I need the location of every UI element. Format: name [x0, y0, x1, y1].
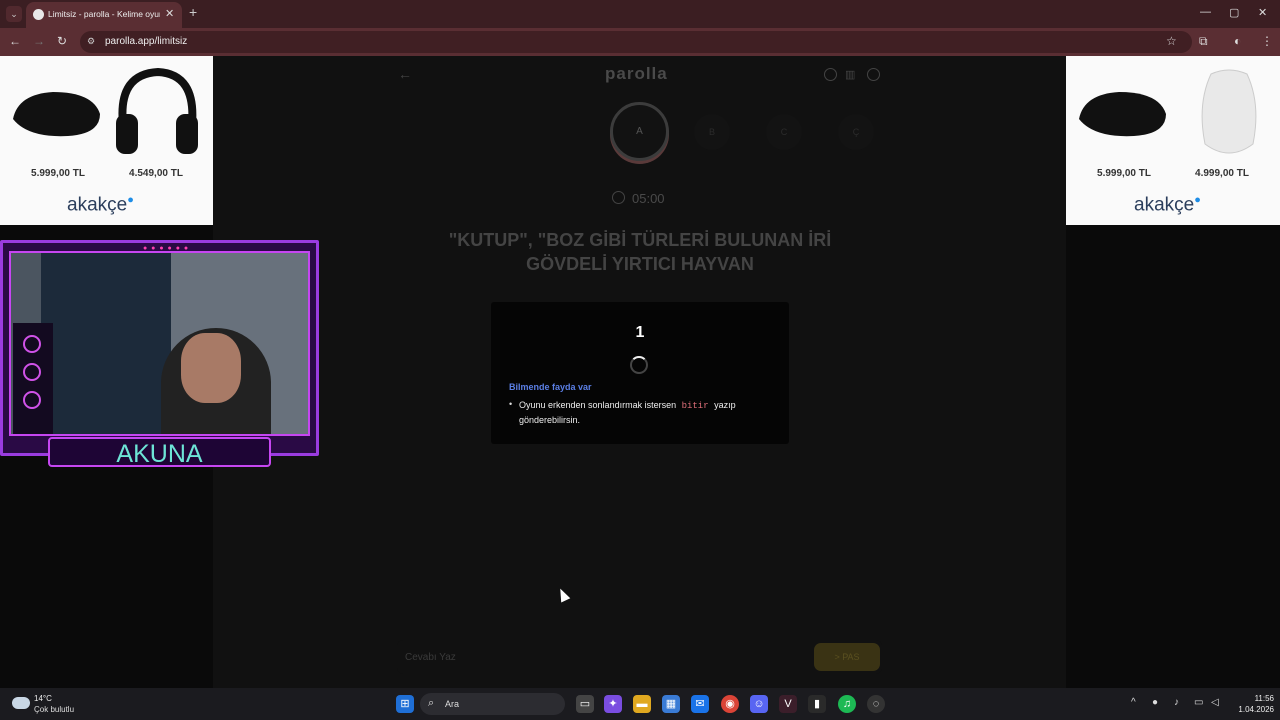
weather-temperature[interactable]: 14°C	[34, 694, 52, 703]
letter-circle: B	[694, 114, 730, 150]
white-mouse-image	[1201, 69, 1257, 154]
taskbar-search[interactable]: ⌕ Ara	[420, 693, 565, 715]
task-view-icon[interactable]: ▭	[576, 695, 594, 713]
game-back-arrow-icon[interactable]: ←	[398, 66, 412, 82]
letter-circle: Ç	[838, 114, 874, 150]
new-tab-button[interactable]: +	[189, 4, 197, 20]
ad-price-1: 5.999,00 TL	[31, 168, 85, 179]
search-label: Ara	[445, 699, 460, 709]
webcam-video	[9, 251, 310, 436]
bullet-icon: •	[509, 399, 513, 409]
tray-chevron-icon[interactable]: ^	[1131, 697, 1136, 708]
favicon-icon	[33, 9, 44, 20]
pc-case-image	[13, 323, 53, 434]
answer-input[interactable]	[405, 648, 765, 666]
headphones-image	[116, 67, 198, 154]
tip-code: bitir	[681, 401, 709, 411]
letter-circle: C	[766, 114, 802, 150]
search-icon: ⌕	[428, 697, 435, 709]
weather-description[interactable]: Çok bulutlu	[34, 705, 74, 714]
akakce-logo: akakçe●	[1134, 194, 1201, 216]
chrome-icon[interactable]: ◉	[721, 695, 739, 713]
menu-kebab-icon[interactable]: ⋮	[1261, 34, 1273, 48]
store-icon[interactable]: ▦	[662, 695, 680, 713]
tab-close-icon[interactable]: ✕	[165, 7, 174, 20]
network-icon[interactable]: ▭	[1194, 697, 1203, 708]
restore-button[interactable]: ▢	[1229, 6, 1239, 19]
gaming-mouse-image	[1079, 92, 1166, 137]
windows-taskbar: 14°C Çok bulutlu ⊞ ⌕ Ara ▭ ✦ ▬ ▦ ✉ ◉ ☺ V…	[0, 688, 1280, 720]
forward-arrow-icon[interactable]: →	[33, 34, 45, 48]
akakce-brand-text: akakçe	[67, 194, 128, 216]
loading-spinner-icon	[630, 356, 648, 374]
site-info-icon[interactable]: ⚙	[87, 36, 99, 48]
countdown-modal: 1 Bilmende fayda var • Oyunu erkenden so…	[491, 302, 789, 444]
app-icon[interactable]: V	[779, 695, 797, 713]
tab-title: Limitsiz - parolla - Kelime oyunu	[48, 9, 160, 19]
browser-toolbar: ← → ↻ ⚙ parolla.app/limitsiz ☆ ⧉ ◐ ⋮	[0, 28, 1280, 56]
app-icon-3[interactable]: ◌	[867, 695, 885, 713]
answer-bar: > PAS	[397, 640, 882, 674]
reload-icon[interactable]: ↻	[57, 34, 67, 48]
browser-titlebar: ⌄ Limitsiz - parolla - Kelime oyunu ✕ + …	[0, 0, 1280, 28]
minimize-button[interactable]: —	[1200, 6, 1211, 18]
file-explorer-icon[interactable]: ▬	[633, 695, 651, 713]
cloud-icon[interactable]	[12, 697, 30, 709]
tray-app-icon[interactable]: ●	[1152, 697, 1158, 708]
tip-text-before: Oyunu erkenden sonlandırmak istersen	[519, 400, 677, 410]
url-text[interactable]: parolla.app/limitsiz	[105, 36, 187, 47]
question-text: "KUTUP", "BOZ GİBİ TÜRLERİ BULUNAN İRİ G…	[448, 230, 832, 274]
extensions-icon[interactable]: ⧉	[1199, 34, 1208, 49]
game-timer: 05:00	[632, 191, 665, 206]
clock-date[interactable]: 1.04.2026	[1226, 705, 1274, 714]
bookmark-star-icon[interactable]: ☆	[1166, 34, 1177, 48]
room-cabinet	[41, 253, 171, 434]
start-windows-icon[interactable]: ⊞	[396, 695, 414, 713]
tip-title: Bilmende fayda var	[509, 382, 592, 392]
ad-price-2: 4.999,00 TL	[1195, 168, 1249, 179]
tip-text: Oyunu erkenden sonlandırmak istersen bit…	[519, 399, 769, 427]
ad-price-2: 4.549,00 TL	[129, 168, 183, 179]
parolla-logo[interactable]: parolla	[605, 64, 668, 84]
tab-search-chevron-icon[interactable]: ⌄	[6, 6, 22, 22]
streamer-name: AKUNA	[116, 440, 203, 468]
app-icon-2[interactable]: ▮	[808, 695, 826, 713]
webcam-overlay: ● ● ● ● ● ● AKUNA	[0, 240, 319, 480]
info-icon[interactable]	[824, 68, 837, 81]
gaming-mouse-image	[13, 92, 100, 137]
address-bar[interactable]: ⚙ parolla.app/limitsiz	[80, 31, 1192, 53]
clock-icon	[612, 191, 625, 204]
discord-icon[interactable]: ☺	[750, 695, 768, 713]
back-arrow-icon[interactable]: ←	[9, 34, 21, 48]
pass-button[interactable]: > PAS	[814, 643, 880, 671]
akakce-brand-text: akakçe	[1134, 194, 1195, 216]
profile-icon[interactable]: ◐	[1234, 34, 1241, 48]
ad-banner-right[interactable]: 5.999,00 TL 4.999,00 TL akakçe●	[1066, 56, 1280, 225]
copilot-icon[interactable]: ✦	[604, 695, 622, 713]
volume-icon[interactable]: ◁	[1211, 697, 1219, 708]
mail-icon[interactable]: ✉	[691, 695, 709, 713]
akakce-logo: akakçe●	[67, 194, 134, 216]
clock-time[interactable]: 11:56	[1238, 694, 1274, 703]
spotify-icon[interactable]: ♫	[838, 695, 856, 713]
countdown-number: 1	[635, 324, 645, 341]
browser-tab[interactable]: Limitsiz - parolla - Kelime oyunu ✕	[26, 2, 182, 28]
microphone-icon[interactable]: ♪	[1174, 697, 1179, 708]
stats-chart-icon[interactable]: ▥	[845, 68, 855, 81]
streamer-nameplate: AKUNA	[48, 437, 271, 468]
close-window-button[interactable]: ✕	[1258, 6, 1267, 19]
web-page: 5.999,00 TL 4.549,00 TL akakçe● 5.999,00…	[0, 56, 1280, 688]
current-letter-circle: A	[610, 102, 669, 161]
ad-price-1: 5.999,00 TL	[1097, 168, 1151, 179]
streamer-face	[181, 333, 241, 403]
user-profile-icon[interactable]	[867, 68, 880, 81]
ad-banner-left[interactable]: 5.999,00 TL 4.549,00 TL akakçe●	[0, 56, 213, 225]
